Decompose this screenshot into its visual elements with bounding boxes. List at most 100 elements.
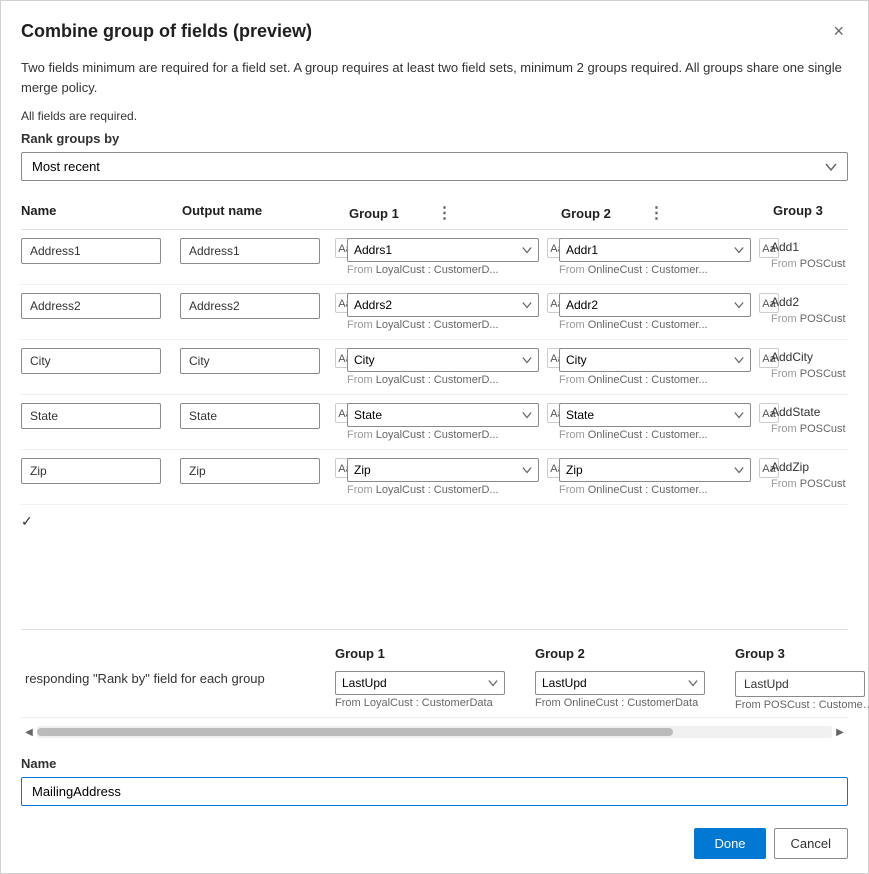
bottom-group1-label: Group 1 <box>331 646 531 661</box>
row0-icon3: Aa <box>755 238 767 258</box>
bottom-group3-input[interactable] <box>735 671 865 697</box>
dialog-description: Two fields minimum are required for a fi… <box>21 58 848 97</box>
group1-more-icon[interactable]: ⋮ <box>432 203 456 224</box>
bottom-group3-cell: From POSCust : CustomerDat... <box>731 671 869 711</box>
row1-group3-cell: Add2 From POSCust : Custo <box>767 293 848 325</box>
row3-name-input[interactable] <box>21 403 161 429</box>
row3-group3-val: AddState <box>771 405 848 419</box>
bottom-group1-select[interactable]: LastUpd <box>335 671 505 695</box>
row4-group1-select[interactable]: Zip <box>347 458 539 482</box>
row3-name-cell <box>21 403 176 429</box>
row4-name-input[interactable] <box>21 458 161 484</box>
row1-group2-from: From OnlineCust : Customer... <box>559 319 739 331</box>
table-header: Name Output name Group 1 ⋮ Group 2 ⋮ Gro… <box>21 197 848 230</box>
row0-name-cell <box>21 238 176 264</box>
row2-group2-select[interactable]: City <box>559 348 751 372</box>
row1-group3-val: Add2 <box>771 295 848 309</box>
row0-group2-cell: Addr1 From OnlineCust : Customer... <box>555 238 755 276</box>
row0-icon2: Aa <box>543 238 555 258</box>
row4-group2-select[interactable]: Zip <box>559 458 751 482</box>
row2-output-cell <box>176 348 331 374</box>
row0-group2-from: From OnlineCust : Customer... <box>559 264 739 276</box>
row4-group1-from: From LoyalCust : CustomerD... <box>347 484 527 496</box>
row0-output-cell <box>176 238 331 264</box>
rank-label: Rank groups by <box>21 131 848 146</box>
bottom-group2-from: From OnlineCust : CustomerData <box>535 697 715 709</box>
row1-group3-from: From POSCust : Custo <box>771 313 848 325</box>
col-group3: Group 3 <box>767 203 848 223</box>
row1-name-input[interactable] <box>21 293 161 319</box>
table-rows: Aa Addrs1 From LoyalCust : CustomerD... <box>21 230 848 505</box>
col-icon-spacer3 <box>755 203 767 223</box>
name-field-input[interactable] <box>21 777 848 806</box>
dialog-footer: Done Cancel <box>1 814 868 873</box>
bottom-group1-cell: LastUpd From LoyalCust : CustomerData <box>331 671 531 709</box>
row0-group1-from: From LoyalCust : CustomerD... <box>347 264 527 276</box>
cancel-button[interactable]: Cancel <box>774 828 848 859</box>
row2-group1-from: From LoyalCust : CustomerD... <box>347 374 527 386</box>
row3-output-cell <box>176 403 331 429</box>
row0-group2-select[interactable]: Addr1 <box>559 238 751 262</box>
row2-icon1: Aa <box>331 348 343 368</box>
scroll-left-button[interactable]: ◀ <box>21 726 37 738</box>
dialog-body: Two fields minimum are required for a fi… <box>1 58 868 806</box>
bottom-header: Group 1 Group 2 Group 3 <box>21 642 848 665</box>
row4-output-input[interactable] <box>180 458 320 484</box>
col-group2: Group 2 ⋮ <box>555 203 755 223</box>
bottom-empty-col <box>21 646 331 661</box>
name-section: Name <box>21 756 848 806</box>
row3-group2-from: From OnlineCust : Customer... <box>559 429 739 441</box>
close-button[interactable]: × <box>829 17 848 46</box>
required-note: All fields are required. <box>21 109 848 123</box>
row2-group1-select[interactable]: City <box>347 348 539 372</box>
row1-icon1: Aa <box>331 293 343 313</box>
scrollbar-thumb[interactable] <box>37 728 673 736</box>
dialog-title: Combine group of fields (preview) <box>21 21 312 42</box>
row2-output-input[interactable] <box>180 348 320 374</box>
bottom-group2-label: Group 2 <box>531 646 731 661</box>
row1-output-cell <box>176 293 331 319</box>
checkmark-icon: ✓ <box>21 513 33 529</box>
row2-name-cell <box>21 348 176 374</box>
row4-output-cell <box>176 458 331 484</box>
row2-group3-cell: AddCity From POSCust : Custo <box>767 348 848 380</box>
row3-group1-from: From LoyalCust : CustomerD... <box>347 429 527 441</box>
row1-output-input[interactable] <box>180 293 320 319</box>
bottom-description: responding "Rank by" field for each grou… <box>25 671 265 686</box>
row3-group2-cell: State From OnlineCust : Customer... <box>555 403 755 441</box>
scroll-right-button[interactable]: ▶ <box>832 726 848 738</box>
row2-icon3: Aa <box>755 348 767 368</box>
scrollbar-track[interactable] <box>37 726 832 738</box>
bottom-group3-label: Group 3 <box>731 646 869 661</box>
row4-icon2: Aa <box>543 458 555 478</box>
row2-name-input[interactable] <box>21 348 161 374</box>
table-row: Aa Addrs1 From LoyalCust : CustomerD... <box>21 230 848 285</box>
row4-icon3: Aa <box>755 458 767 478</box>
row3-group2-select[interactable]: State <box>559 403 751 427</box>
fields-table: Name Output name Group 1 ⋮ Group 2 ⋮ Gro… <box>21 197 848 619</box>
row0-group3-from: From POSCust : Custo <box>771 258 848 270</box>
row0-group1-select[interactable]: Addrs1 <box>347 238 539 262</box>
table-row: Aa City From LoyalCust : CustomerD... <box>21 340 848 395</box>
table-row: Aa State From LoyalCust : CustomerD... <box>21 395 848 450</box>
row1-group1-cell: Addrs2 From LoyalCust : CustomerD... <box>343 293 543 331</box>
group2-more-icon[interactable]: ⋮ <box>644 203 668 224</box>
done-button[interactable]: Done <box>694 828 765 859</box>
row0-group3-cell: Add1 From POSCust : Custo <box>767 238 848 270</box>
row1-group2-select[interactable]: Addr2 <box>559 293 751 317</box>
row1-group1-select[interactable]: Addrs2 <box>347 293 539 317</box>
row4-group2-cell: Zip From OnlineCust : Customer... <box>555 458 755 496</box>
row2-group2-cell: City From OnlineCust : Customer... <box>555 348 755 386</box>
row4-group3-val: AddZip <box>771 460 848 474</box>
row4-group3-from: From POSCust : Custo <box>771 478 848 490</box>
row3-group1-select[interactable]: State <box>347 403 539 427</box>
row0-name-input[interactable] <box>21 238 161 264</box>
row1-group1-from: From LoyalCust : CustomerD... <box>347 319 527 331</box>
bottom-desc-cell: responding "Rank by" field for each grou… <box>21 671 331 686</box>
row3-output-input[interactable] <box>180 403 320 429</box>
rank-select[interactable]: Most recent <box>21 152 848 181</box>
table-row: Aa Addrs2 From LoyalCust : CustomerD... <box>21 285 848 340</box>
row2-group1-cell: City From LoyalCust : CustomerD... <box>343 348 543 386</box>
row0-output-input[interactable] <box>180 238 320 264</box>
bottom-group2-select[interactable]: LastUpd <box>535 671 705 695</box>
